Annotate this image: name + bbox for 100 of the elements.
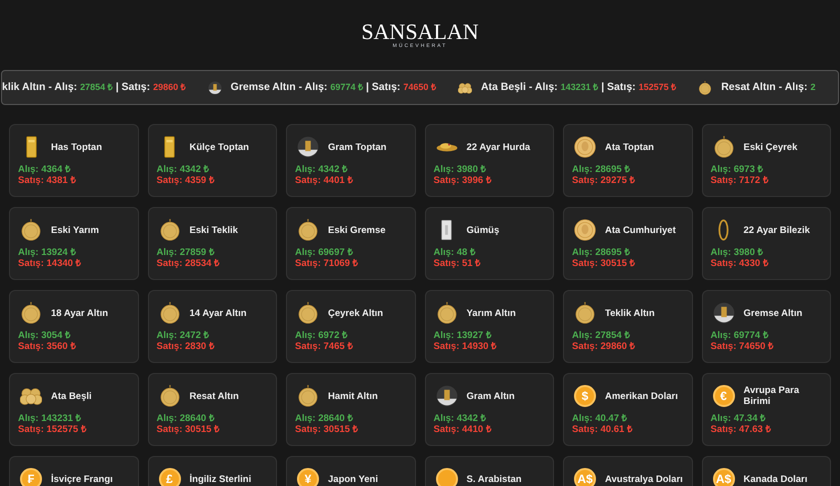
buy-price: Alış: 13924 ₺ — [18, 247, 77, 258]
sell-price: Satış: 4359 ₺ — [156, 175, 216, 186]
sell-price: Satış: 40.61 ₺ — [572, 424, 634, 435]
card-title: Avrupa Para Birimi — [744, 385, 800, 407]
card-title: Hamit Altın — [328, 390, 378, 402]
buy-price: Alış: 28695 ₺ — [572, 247, 631, 258]
ticker-name: klik Altın — [2, 80, 46, 95]
pendant-coin-icon — [297, 385, 319, 407]
currency-coin-icon: A$ — [574, 468, 596, 486]
card-title: Ata Toptan — [605, 142, 654, 152]
sell-price: Satış: 51 ₺ — [434, 258, 482, 269]
buy-price: Alış: 143231 ₺ — [18, 413, 82, 424]
sell-price: Satış: 30515 ₺ — [156, 424, 220, 435]
sell-price: Satış: 28534 ₺ — [156, 258, 220, 269]
currency-coin-icon — [436, 468, 458, 486]
ingot-icon — [441, 219, 452, 241]
pendant-coin-icon — [574, 302, 596, 324]
ticker-label: | Satış: — [366, 80, 400, 95]
bangle-icon — [718, 219, 729, 241]
sell-price: Satış: 4410 ₺ — [434, 424, 492, 435]
pendant-coin-icon — [297, 302, 319, 324]
card-title: İngiliz Sterlini — [190, 474, 252, 484]
currency-coin-icon: £ — [158, 468, 180, 486]
card-title: Amerikan Doları — [605, 390, 678, 402]
ticker-label: - Alış: — [778, 80, 808, 95]
ticker-sell-price: 74650 ₺ — [403, 80, 436, 94]
pendant-coin-icon — [712, 136, 734, 158]
ticker-label: - Alış: — [528, 80, 558, 95]
card-title: 22 Ayar Hurda — [466, 142, 530, 152]
buy-price: Alış: 4342 ₺ — [295, 164, 348, 175]
ticker-name: Resat Altın — [721, 80, 776, 95]
ticker-buy-price: 27854 ₺ — [80, 80, 113, 94]
sell-price: Satış: 4401 ₺ — [295, 175, 354, 186]
currency-coin-icon: ₣ — [20, 468, 42, 486]
sell-price: Satış: 74650 ₺ — [710, 341, 774, 352]
ticker-label: - Alış: — [298, 80, 328, 95]
sell-price: Satış: 30515 ₺ — [295, 424, 359, 435]
card-title: 14 Ayar Altın — [190, 308, 247, 318]
buy-price: Alış: 4364 ₺ — [18, 164, 72, 175]
card-title: Has Toptan — [51, 142, 102, 152]
pendant-coin-icon — [436, 302, 458, 324]
card-title: Eski Teklik — [190, 224, 238, 236]
coins-icon — [458, 80, 472, 94]
pendant-coin-icon — [158, 219, 180, 241]
sell-price: Satış: 71069 ₺ — [295, 258, 359, 269]
sell-price: Satış: 7172 ₺ — [710, 175, 770, 186]
card-title: Ata Beşli — [51, 390, 92, 402]
buy-price: Alış: 27859 ₺ — [156, 247, 216, 258]
card-title: Gremse Altın — [744, 308, 802, 318]
buy-price: Alış: 4342 ₺ — [434, 413, 487, 424]
sell-price: Satış: 30515 ₺ — [572, 258, 636, 269]
sell-price: Satış: 14930 ₺ — [434, 341, 498, 352]
ticker-buy-price: 2 — [810, 80, 816, 94]
card-title: Yarım Altın — [466, 308, 516, 318]
ticker-label: | Satış: — [601, 80, 636, 95]
ticker-buy-price: 69774 ₺ — [330, 80, 363, 94]
buy-price: Alış: 69774 ₺ — [710, 330, 770, 341]
card-title: Eski Gremse — [328, 224, 386, 236]
ticker-name: Ata Beşli — [480, 80, 526, 95]
sell-price: Satış: 2830 ₺ — [156, 341, 216, 352]
scrap-pile-icon — [436, 140, 458, 154]
logo-wordmark: SANSALAN — [361, 21, 479, 43]
buy-price: Alış: 28640 ₺ — [156, 413, 216, 424]
card-title: Gram Toptan — [328, 142, 386, 152]
sell-price: Satış: 4330 ₺ — [710, 258, 770, 269]
card-title: Teklik Altın — [605, 308, 655, 318]
bar-on-stand-icon — [297, 136, 319, 158]
bar-icon — [26, 136, 36, 158]
buy-price: Alış: 28695 ₺ — [572, 164, 631, 175]
card-title: Eski Çeyrek — [744, 142, 798, 152]
ticker-name: Gremse Altın — [230, 80, 296, 95]
pendant-coin-icon — [20, 302, 42, 324]
bar-on-stand-icon — [208, 80, 222, 94]
card-title: İsviçre Frangı — [51, 474, 113, 484]
card-title: 18 Ayar Altın — [51, 308, 108, 318]
card-title: Ata Cumhuriyet — [605, 224, 676, 236]
card-title: Avustralya Doları — [605, 474, 683, 484]
pendant-coin-icon — [158, 302, 180, 324]
sell-price: Satış: 3996 ₺ — [434, 175, 492, 186]
currency-coin-icon: $ — [574, 385, 596, 407]
card-title: Gram Altın — [466, 390, 515, 402]
buy-price: Alış: 47.34 ₺ — [710, 413, 766, 424]
ticker-buy-price: 143231 ₺ — [560, 80, 598, 94]
card-title: Resat Altın — [190, 390, 239, 402]
card-title: 22 Ayar Bilezik — [744, 224, 810, 236]
sell-price: Satış: 29860 ₺ — [572, 341, 636, 352]
bar-on-stand-icon — [712, 302, 734, 324]
card-title: Japon Yeni — [328, 474, 378, 484]
currency-coin-icon: € — [712, 385, 734, 407]
sell-price: Satış: 4381 ₺ — [18, 175, 77, 186]
coin-icon — [574, 136, 596, 158]
buy-price: Alış: 13927 ₺ — [434, 330, 492, 341]
pendant-coin-icon — [158, 385, 180, 407]
buy-price: Alış: 27854 ₺ — [572, 330, 631, 341]
coin-icon — [574, 219, 596, 241]
buy-price: Alış: 48 ₺ — [434, 247, 476, 258]
currency-coin-icon: ¥ — [297, 468, 319, 486]
ticker-label: - Alış: — [48, 80, 78, 95]
pendant-coin-icon — [698, 80, 712, 94]
card-title: S. Arabistan — [466, 474, 522, 484]
